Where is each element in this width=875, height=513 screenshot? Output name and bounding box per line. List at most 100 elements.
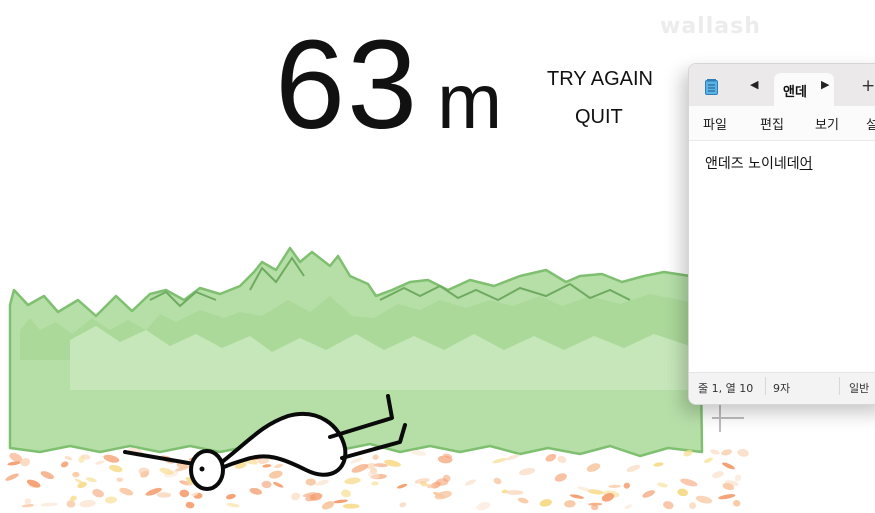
leaf (703, 457, 713, 464)
leaf (333, 499, 348, 504)
leaf (262, 464, 272, 468)
leaf (734, 474, 742, 482)
leaf (5, 473, 19, 481)
status-divider (765, 377, 766, 395)
leaf (505, 454, 520, 461)
leaf (95, 460, 105, 465)
leaf (104, 496, 117, 504)
editor-text[interactable]: 앤데즈 노이네데어 (705, 153, 813, 173)
leaf (554, 473, 567, 482)
leaf (79, 499, 96, 508)
menu-settings[interactable]: 설 (866, 114, 875, 133)
distance-value: 63 (275, 14, 420, 155)
leaf (680, 478, 698, 487)
leaf (261, 480, 272, 489)
leaf (350, 457, 363, 464)
notepad-app-icon (705, 79, 718, 95)
distance-score: 63 m (275, 22, 502, 148)
background-post (712, 404, 744, 432)
leaf (737, 449, 749, 457)
leaf (226, 502, 240, 508)
leaf (588, 502, 603, 506)
leaf (663, 501, 674, 510)
leaf (733, 499, 741, 507)
leaf (315, 479, 329, 486)
leaf (710, 449, 720, 455)
leaf (695, 495, 713, 504)
leaf (119, 487, 134, 496)
leaf (274, 463, 283, 469)
leaf (653, 462, 664, 467)
leaf (689, 502, 696, 510)
notepad-window[interactable]: ◀ 앤데 ▶ + 파일 편집 보기 설 앤데즈 노이네데어 줄 1, 열 10 … (688, 63, 875, 405)
leaf (321, 501, 335, 510)
leaf (341, 489, 351, 498)
leaf (626, 464, 641, 473)
leaf (344, 477, 361, 485)
leaf (545, 453, 557, 462)
leaf (506, 490, 524, 495)
leaf (539, 499, 552, 507)
status-encoding: 일반 (849, 382, 870, 395)
leaf (40, 502, 58, 507)
distance-unit: m (437, 57, 503, 145)
leaf (586, 463, 601, 472)
leaf (718, 494, 736, 500)
try-again-button[interactable]: TRY AGAIN (547, 68, 653, 91)
leaf (492, 458, 507, 464)
leaf (273, 481, 284, 488)
leaf (464, 479, 476, 486)
leaf (642, 490, 656, 498)
leaf (371, 481, 379, 486)
leaf (657, 482, 668, 488)
menu-view[interactable]: 보기 (815, 114, 839, 133)
editor-committed-text: 앤데즈 노이네데 (705, 156, 800, 172)
leaf (291, 492, 301, 501)
leaf (712, 471, 724, 479)
status-char-count: 9자 (773, 382, 791, 395)
quit-button[interactable]: QUIT (575, 106, 623, 129)
leaf (493, 477, 502, 485)
status-divider (839, 377, 840, 395)
editor-composing-text: 어 (799, 156, 813, 172)
leaf (66, 500, 76, 508)
leaf (103, 454, 120, 463)
leaf (342, 503, 360, 509)
leaf (179, 489, 190, 498)
leaf (517, 497, 529, 504)
leaf (518, 467, 536, 476)
leaf (40, 471, 54, 480)
leaf (92, 489, 104, 498)
leaf (722, 462, 735, 470)
menu-file[interactable]: 파일 (703, 114, 727, 133)
leaf (476, 502, 491, 511)
leaf (677, 488, 689, 497)
leaf (64, 456, 73, 461)
leaf (721, 449, 732, 456)
leaf (269, 470, 283, 479)
leaf (372, 454, 379, 460)
leaf (60, 461, 69, 468)
leaf (564, 500, 576, 508)
leaf (557, 455, 567, 463)
leaf (157, 492, 171, 498)
leaf (249, 487, 263, 495)
leaf (397, 483, 408, 489)
watermark: wallash (660, 14, 761, 39)
leaf (85, 477, 97, 483)
menu-edit[interactable]: 편집 (760, 114, 784, 133)
leaf (569, 494, 584, 499)
leaf (351, 464, 369, 473)
leaf (624, 504, 633, 509)
leaf (116, 477, 123, 482)
text-editor-area[interactable] (689, 140, 875, 373)
tab-scroll-right-icon[interactable]: ▶ (821, 78, 829, 91)
new-tab-button[interactable]: + (861, 76, 875, 96)
leaf (72, 471, 80, 478)
tab-scroll-left-icon[interactable]: ◀ (750, 78, 758, 91)
leaf (608, 484, 621, 489)
leaf (185, 501, 195, 509)
leaf (225, 493, 236, 500)
leaf (577, 486, 592, 492)
leaf (305, 478, 316, 486)
